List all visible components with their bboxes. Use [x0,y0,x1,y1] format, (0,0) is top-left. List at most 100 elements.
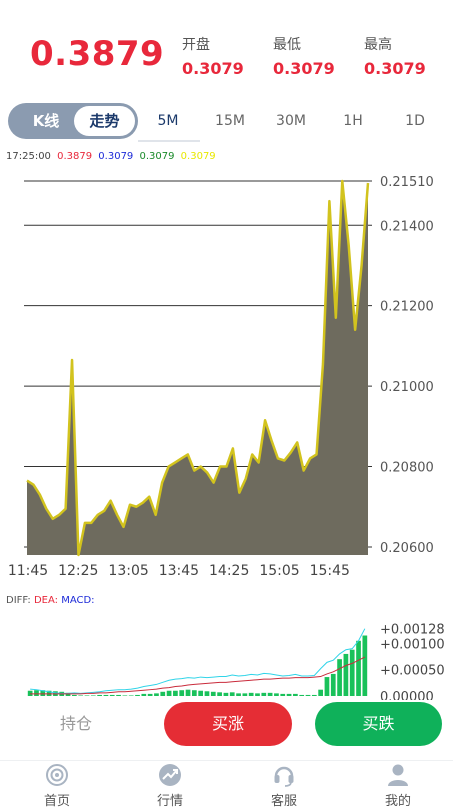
nav-label-home: 首页 [43,794,70,808]
macd-bar [210,691,216,696]
macd-bar [248,692,254,696]
macd-y-tick-label: +0.00050 [380,664,445,679]
stat-high: 最高 0.3079 [364,34,426,78]
macd-bar [147,693,153,696]
buy-up-button[interactable]: 买涨 [164,702,292,746]
tab-kline[interactable]: K线 [18,103,74,139]
nav-item-mine[interactable]: 我的 [353,761,443,808]
macd-bar [90,695,96,696]
home-icon [46,764,68,786]
macd-bar [299,694,305,696]
y-tick-label: 0.20600 [380,541,434,556]
user-icon [388,764,408,786]
nav-label-mine: 我的 [384,794,411,808]
macd-y-tick-label: 0.00000 [380,690,434,700]
nav-item-market[interactable]: 行情 [125,761,215,808]
macd-legend: DIFF: DEA: MACD: [6,595,95,606]
x-tick-label: 14:25 [209,563,249,579]
macd-bar [229,692,235,696]
macd-bar [356,640,361,696]
stat-high-label: 最高 [364,37,392,53]
buy-down-button[interactable]: 买跌 [315,702,442,746]
x-tick-label: 11:45 [8,563,48,579]
x-tick-label: 15:05 [259,563,299,579]
macd-bar [362,635,368,696]
stat-open: 开盘 0.3079 [182,34,244,78]
macd-bar [154,693,159,696]
macd-bar [135,694,140,696]
y-tick-label: 0.20800 [380,461,434,476]
stat-open-value: 0.3079 [182,59,244,78]
macd-bar [311,694,317,696]
macd-bar [280,693,286,696]
stat-low-value: 0.3079 [273,59,335,78]
macd-bar [324,677,330,696]
positions-button[interactable]: 持仓 [36,703,116,745]
macd-legend-diff: DIFF: [6,595,31,606]
stat-open-label: 开盘 [182,37,210,53]
price-chart[interactable]: 0.21510 0.21400 0.21200 0.21000 0.20800 0.206… [0,160,453,700]
macd-bar [166,690,172,696]
macd-bar [330,673,336,696]
macd-legend-macd: MACD: [61,595,95,606]
tab-trend[interactable]: 走势 [74,106,135,136]
macd-bar [34,690,39,696]
macd-bar [27,690,33,696]
y-tick-label: 0.21000 [380,380,434,395]
macd-bar [204,691,210,696]
macd-bar [236,693,241,696]
y-tick-label: 0.21510 [380,175,434,190]
macd-bar [349,649,355,696]
macd-bar [141,693,147,696]
x-tick-label: 13:45 [159,563,199,579]
macd-bar [122,695,128,696]
period-tab-15m[interactable]: 15M [205,103,255,139]
nav-item-service[interactable]: 客服 [239,761,329,808]
macd-y-tick-label: +0.00128 [380,623,445,638]
macd-bar [78,695,84,696]
period-tab-1d[interactable]: 1D [390,103,440,139]
macd-bar [116,694,121,696]
macd-bar [191,690,197,696]
nav-label-market: 行情 [156,794,183,808]
macd-bar [217,692,222,696]
macd-bar [128,695,134,696]
y-tick-label: 0.21400 [380,219,434,234]
macd-bar [84,695,90,696]
x-tick-label: 12:25 [58,563,98,579]
period-tab-30m[interactable]: 30M [266,103,316,139]
macd-bar [109,694,115,696]
macd-bar [179,690,185,696]
macd-bar [103,694,109,696]
stat-high-value: 0.3079 [364,59,426,78]
macd-bar [255,693,260,696]
headset-icon [274,766,294,787]
macd-bar [242,693,248,696]
y-tick-label: 0.21200 [380,300,434,315]
macd-bar [185,689,191,696]
current-price: 0.3879 [30,34,165,74]
macd-bar [318,689,323,696]
macd-bar [198,690,204,696]
period-tab-1h[interactable]: 1H [328,103,378,139]
macd-bar [293,693,298,696]
stat-low-label: 最低 [273,37,301,53]
macd-bar [173,690,178,696]
macd-bar [261,692,267,696]
nav-label-service: 客服 [270,794,297,808]
chart-mode-toggle[interactable]: K线 走势 [8,103,138,139]
macd-bar [267,692,273,696]
period-tab-5m[interactable]: 5M [143,103,193,139]
macd-bar [337,659,342,696]
period-tab-underline [138,140,200,142]
stat-low: 最低 0.3079 [273,34,335,78]
nav-item-home[interactable]: 首页 [12,761,102,808]
macd-bar [305,694,311,696]
macd-bar [343,653,349,696]
macd-bar [97,694,102,696]
macd-legend-dea: DEA: [33,595,58,606]
trend-chart-icon [159,764,181,786]
macd-bar [72,694,77,696]
price-area [27,181,368,555]
macd-y-tick-label: +0.00100 [380,637,445,652]
